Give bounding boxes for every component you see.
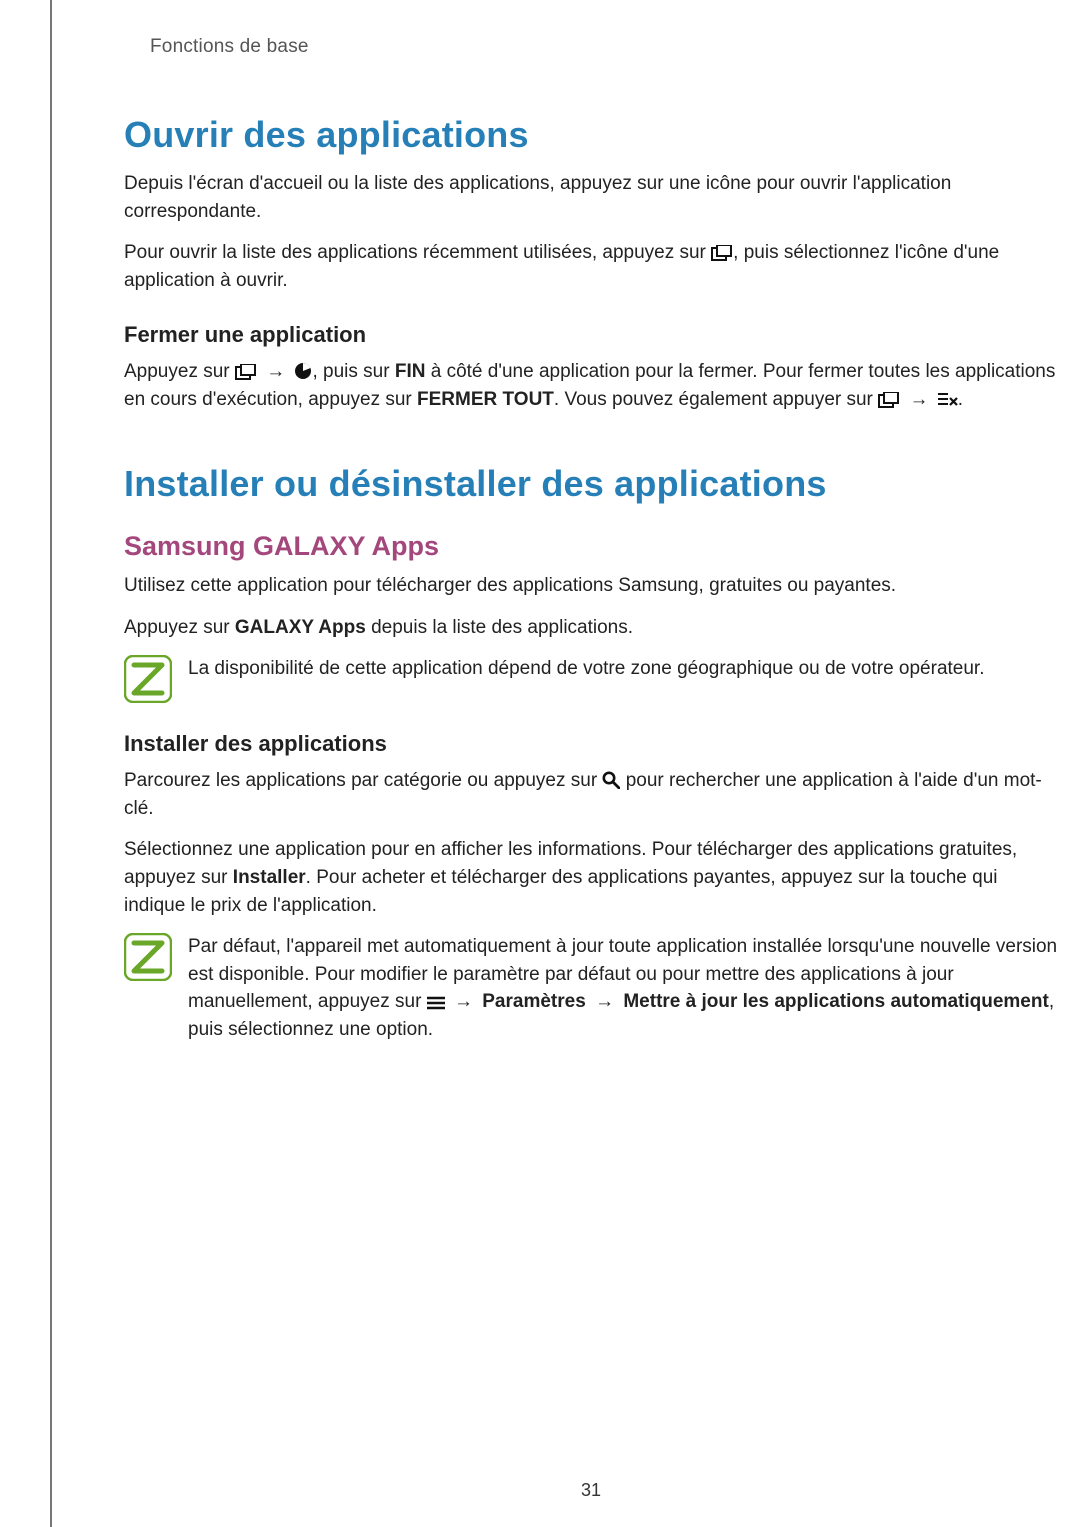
body-paragraph: Parcourez les applications par catégorie… (124, 767, 1058, 822)
body-paragraph: Utilisez cette application pour téléchar… (124, 572, 1058, 600)
text-fragment: . (958, 389, 963, 410)
arrow-icon: → (905, 386, 932, 414)
note-block: La disponibilité de cette application dé… (124, 655, 1058, 703)
arrow-icon: → (262, 358, 289, 386)
body-paragraph: Appuyez sur GALAXY Apps depuis la liste … (124, 614, 1058, 642)
body-paragraph: Pour ouvrir la liste des applications ré… (124, 239, 1058, 294)
sub-title-galaxy-apps: Samsung GALAXY Apps (124, 531, 1058, 562)
bold-text-parametres: Paramètres (482, 991, 586, 1012)
text-fragment: Parcourez les applications par catégorie… (124, 770, 602, 791)
bold-text-galaxy-apps: GALAXY Apps (235, 617, 366, 638)
text-fragment: Appuyez sur (124, 361, 235, 382)
bold-text-fin: FIN (395, 361, 426, 382)
bold-text-installer: Installer (233, 867, 306, 888)
arrow-icon: → (450, 988, 477, 1016)
recent-apps-icon (235, 364, 257, 380)
manual-page: Fonctions de base Ouvrir des application… (50, 0, 1080, 1527)
arrow-icon: → (591, 988, 618, 1016)
close-all-icon (938, 392, 958, 408)
search-icon (602, 771, 620, 789)
text-fragment: , puis sur (312, 361, 394, 382)
text-fragment: depuis la liste des applications. (366, 617, 633, 638)
text-fragment: . Vous pouvez également appuyer sur (554, 389, 878, 410)
note-icon (124, 933, 172, 981)
bold-text-maj-auto: Mettre à jour les applications automatiq… (623, 991, 1048, 1012)
section-title-open-apps: Ouvrir des applications (124, 114, 1058, 156)
task-manager-icon (294, 362, 312, 380)
minor-title-install-apps: Installer des applications (124, 731, 1058, 757)
text-fragment: Pour ouvrir la liste des applications ré… (124, 242, 711, 263)
note-text: Par défaut, l'appareil met automatiqueme… (188, 933, 1058, 1043)
recent-apps-icon (878, 392, 900, 408)
bold-text-fermer-tout: FERMER TOUT (417, 389, 554, 410)
page-number: 31 (52, 1480, 1080, 1501)
note-text: La disponibilité de cette application dé… (188, 655, 984, 683)
recent-apps-icon (711, 245, 733, 261)
menu-icon (427, 996, 445, 1010)
minor-title-close-app: Fermer une application (124, 322, 1058, 348)
note-block: Par défaut, l'appareil met automatiqueme… (124, 933, 1058, 1043)
section-title-install-apps: Installer ou désinstaller des applicatio… (124, 463, 1058, 505)
text-fragment: Appuyez sur (124, 617, 235, 638)
note-icon (124, 655, 172, 703)
body-paragraph: Appuyez sur → , puis sur FIN à côté d'un… (124, 358, 1058, 413)
body-paragraph: Sélectionnez une application pour en aff… (124, 836, 1058, 919)
body-paragraph: Depuis l'écran d'accueil ou la liste des… (124, 170, 1058, 225)
chapter-header: Fonctions de base (150, 36, 1058, 58)
